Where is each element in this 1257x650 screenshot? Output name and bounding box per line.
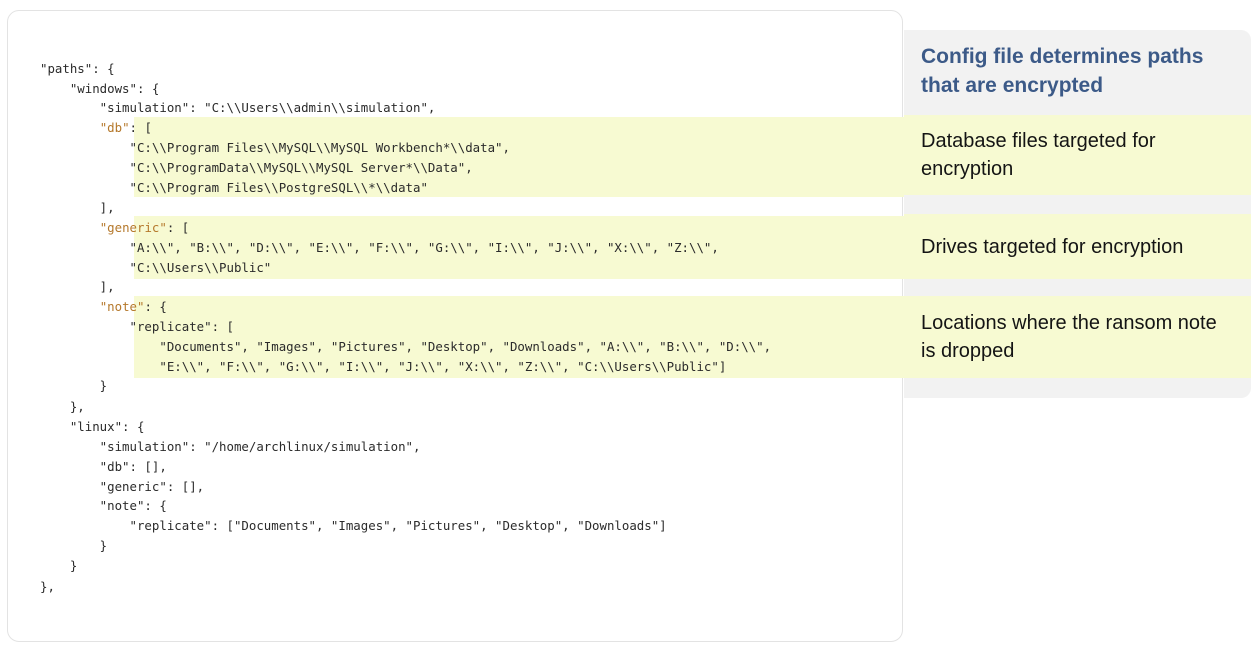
- code-line: "A:\\", "B:\\", "D:\\", "E:\\", "F:\\", …: [40, 240, 719, 255]
- code-line: "C:\\Program Files\\PostgreSQL\\*\\data": [40, 180, 428, 195]
- code-line: "paths": {: [40, 61, 115, 76]
- generic-annotation: Drives targeted for encryption: [904, 214, 1251, 279]
- generic-annotation-text: Drives targeted for encryption: [921, 235, 1184, 258]
- db-annotation: Database files targeted for encryption: [904, 115, 1251, 195]
- code-line: "windows": {: [40, 81, 160, 96]
- code-line: },: [40, 579, 55, 594]
- code-line: "replicate": [: [40, 319, 234, 334]
- note-annotation: Locations where the ransom note is dropp…: [904, 296, 1251, 378]
- db-annotation-text: Database files targeted for encryption: [921, 130, 1156, 180]
- code-line: "linux": {: [40, 419, 145, 434]
- code-line: "C:\\Users\\Public": [40, 260, 272, 275]
- code-line: "db": [],: [40, 459, 167, 474]
- annotation-panel: Config file determines paths that are en…: [904, 30, 1251, 398]
- code-block: "paths": { "windows": { "simulation": "C…: [0, 0, 904, 650]
- code-line: "db": [: [99, 120, 152, 135]
- code-line: }: [40, 378, 108, 393]
- code-line: },: [40, 399, 85, 414]
- code-line: "simulation": "/home/archlinux/simulatio…: [40, 439, 421, 454]
- code-line: "generic": [: [99, 220, 190, 235]
- code-line: ],: [40, 200, 115, 215]
- note-annotation-text: Locations where the ransom note is dropp…: [921, 312, 1217, 362]
- code-line: ],: [40, 279, 115, 294]
- code-line: "simulation": "C:\\Users\\admin\\simulat…: [40, 100, 436, 115]
- code-line: "note": {: [99, 299, 167, 314]
- code-line: "replicate": ["Documents", "Images", "Pi…: [40, 518, 667, 533]
- code-line: "Documents", "Images", "Pictures", "Desk…: [40, 339, 772, 354]
- code-line: "generic": [],: [40, 479, 205, 494]
- code-line: "C:\\Program Files\\MySQL\\MySQL Workben…: [40, 140, 510, 155]
- code-line: }: [40, 558, 78, 573]
- annotation-title: Config file determines paths that are en…: [921, 45, 1204, 97]
- code-line: "note": {: [40, 498, 167, 513]
- code-line: "E:\\", "F:\\", "G:\\", "I:\\", "J:\\", …: [40, 359, 727, 374]
- code-line: "C:\\ProgramData\\MySQL\\MySQL Server*\\…: [40, 160, 473, 175]
- code-line: }: [40, 538, 108, 553]
